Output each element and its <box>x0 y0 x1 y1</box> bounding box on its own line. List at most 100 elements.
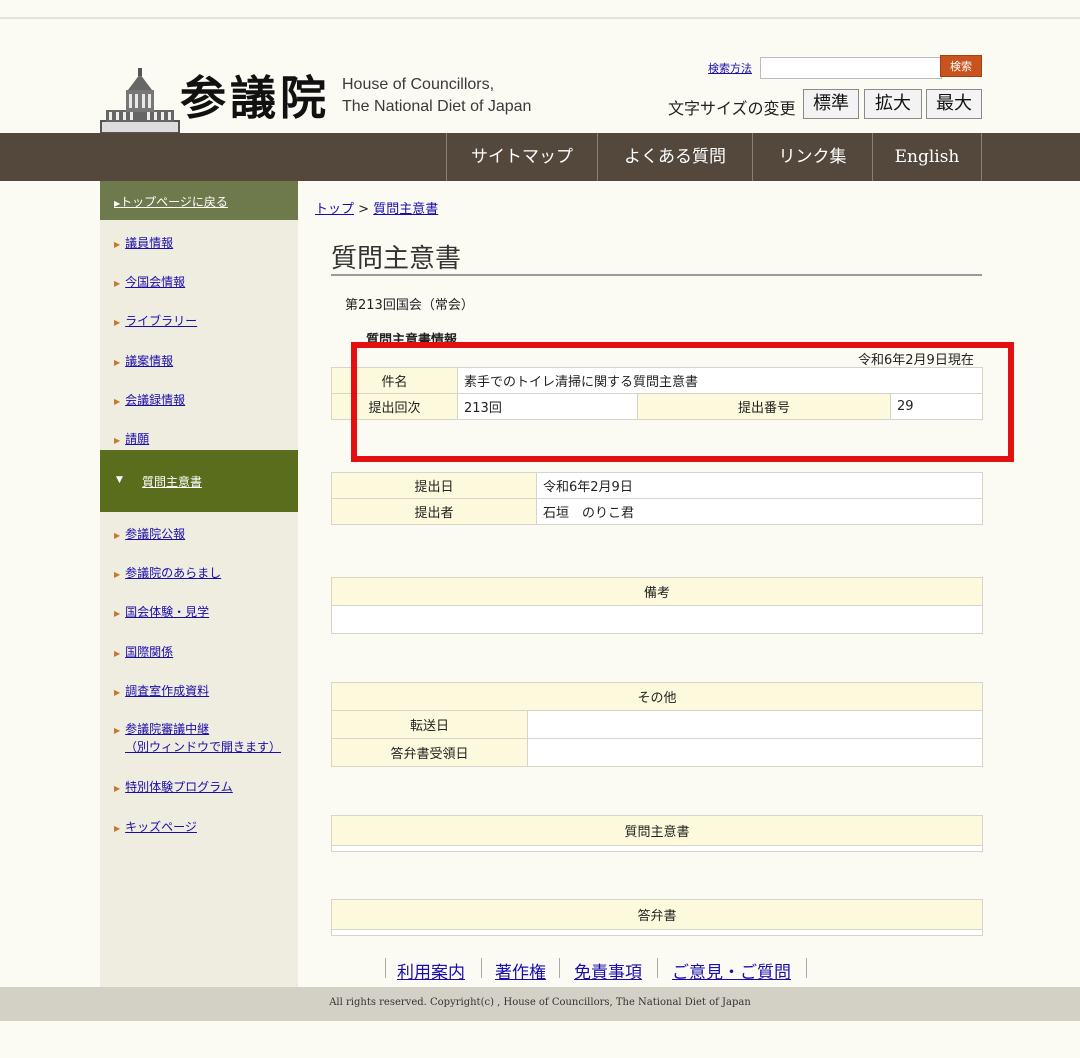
triangle-right-icon: ▶ <box>114 609 121 618</box>
sidebar-item-international[interactable]: ▶ 国際関係 <box>114 643 173 660</box>
sidebar-item-label[interactable]: 今国会情報 <box>125 275 185 289</box>
font-size-label: 文字サイズの変更 <box>668 99 796 118</box>
logo-kanji[interactable]: 参議院 <box>180 62 330 128</box>
triangle-right-icon: ▶ <box>114 358 121 367</box>
submission-date-label: 提出日 <box>331 472 537 499</box>
question-doc-body <box>331 845 983 852</box>
sidebar <box>100 181 298 987</box>
font-size-standard-button[interactable]: 標準 <box>803 89 859 119</box>
triangle-right-icon: ▶ <box>114 436 121 445</box>
footer-separator <box>657 958 658 978</box>
answer-doc-header: 答弁書 <box>331 899 983 930</box>
sidebar-active-label[interactable]: 質問主意書 <box>142 473 202 490</box>
breadcrumb-current-link[interactable]: 質問主意書 <box>373 202 438 217</box>
sidebar-item-label[interactable]: 請願 <box>125 432 149 446</box>
sidebar-item-label[interactable]: 議員情報 <box>125 236 173 250</box>
sidebar-back-box: ▶トップページに戻る <box>100 181 298 220</box>
answer-doc-body <box>331 929 983 936</box>
highlight-box <box>351 342 1014 462</box>
sidebar-item-experience[interactable]: ▶ 特別体験プログラム <box>114 778 233 795</box>
footer-separator <box>385 958 386 978</box>
breadcrumb: トップ > 質問主意書 <box>315 198 438 217</box>
footer-separator <box>806 958 807 978</box>
sidebar-item-research[interactable]: ▶ 調査室作成資料 <box>114 682 209 699</box>
sidebar-item-label[interactable]: 議案情報 <box>125 354 173 368</box>
nav-english[interactable]: English <box>872 133 982 181</box>
sidebar-item-new-window-note[interactable]: （別ウィンドウで開きます） <box>125 740 281 754</box>
triangle-right-icon: ▶ <box>114 784 121 793</box>
sidebar-item-bills[interactable]: ▶ 議案情報 <box>114 352 173 369</box>
triangle-right-icon: ▶ <box>114 649 121 658</box>
footer-link-usage[interactable]: 利用案内 <box>397 958 465 983</box>
title-divider <box>331 274 982 276</box>
triangle-right-icon: ▶ <box>114 240 121 249</box>
sidebar-item-visit[interactable]: ▶ 国会体験・見学 <box>114 603 209 620</box>
triangle-right-icon: ▶ <box>114 824 121 833</box>
answer-received-label: 答弁書受領日 <box>331 738 528 767</box>
sidebar-item-kids[interactable]: ▶ キッズページ <box>114 818 197 835</box>
sidebar-back-link[interactable]: ▶トップページに戻る <box>114 193 228 210</box>
remarks-value <box>331 605 983 634</box>
footer-link-disclaimer[interactable]: 免責事項 <box>574 958 642 983</box>
logo-english[interactable]: House of Councillors, The National Diet … <box>342 74 531 118</box>
session-label: 第213回国会（常会） <box>345 298 474 313</box>
triangle-right-icon: ▶ <box>114 726 121 735</box>
remarks-table: 備考 <box>331 577 983 634</box>
sidebar-item-label[interactable]: 参議院審議中継 <box>125 722 209 736</box>
nav-faq[interactable]: よくある質問 <box>597 133 752 181</box>
answer-received-value <box>527 738 983 767</box>
diet-building-logo-icon[interactable] <box>100 66 180 134</box>
sidebar-item-questions-active[interactable]: ▼ 質問主意書 <box>100 450 298 512</box>
triangle-down-icon: ▼ <box>116 475 123 485</box>
sidebar-item-overview[interactable]: ▶ 参議院のあらまし <box>114 564 221 581</box>
submission-date-value: 令和6年2月9日 <box>536 472 983 499</box>
search-button[interactable]: 検索 <box>940 55 982 77</box>
footer-separator <box>559 958 560 978</box>
sidebar-item-label[interactable]: 調査室作成資料 <box>125 684 209 698</box>
submitter-label: 提出者 <box>331 498 537 525</box>
sidebar-item-petitions[interactable]: ▶ 請願 <box>114 430 149 447</box>
sidebar-item-bulletin[interactable]: ▶ 参議院公報 <box>114 525 185 542</box>
sidebar-item-label[interactable]: ライブラリー <box>125 314 197 328</box>
sidebar-item-label[interactable]: 参議院公報 <box>125 527 185 541</box>
page-title: 質問主意書 <box>331 244 462 274</box>
other-table: その他 転送日 答弁書受領日 <box>331 682 983 767</box>
sidebar-item-current-diet[interactable]: ▶ 今国会情報 <box>114 273 185 290</box>
breadcrumb-top-link[interactable]: トップ <box>315 202 354 217</box>
font-size-max-button[interactable]: 最大 <box>926 89 982 119</box>
nav-links[interactable]: リンク集 <box>752 133 872 181</box>
logo-en-line2: The National Diet of Japan <box>342 98 532 115</box>
nav-sitemap[interactable]: サイトマップ <box>446 133 597 181</box>
sidebar-item-label[interactable]: 国会体験・見学 <box>125 605 209 619</box>
remarks-header: 備考 <box>331 577 983 606</box>
sidebar-item-broadcast[interactable]: ▶ 参議院審議中継 （別ウィンドウで開きます） <box>114 721 281 756</box>
triangle-right-icon: ▶ <box>114 688 121 697</box>
sidebar-item-label[interactable]: 国際関係 <box>125 645 173 659</box>
triangle-right-icon: ▶ <box>114 318 121 327</box>
sidebar-item-minutes[interactable]: ▶ 会議録情報 <box>114 391 185 408</box>
top-border <box>0 17 1080 19</box>
answer-doc-table: 答弁書 <box>331 899 983 936</box>
sidebar-item-label[interactable]: 特別体験プログラム <box>125 780 233 794</box>
submission-table: 提出日 令和6年2月9日 提出者 石垣 のりこ君 <box>331 472 983 525</box>
logo-en-line1: House of Councillors, <box>342 76 495 93</box>
sidebar-back-label: トップページに戻る <box>120 195 228 209</box>
submitter-value: 石垣 のりこ君 <box>536 498 983 525</box>
triangle-right-icon: ▶ <box>114 397 121 406</box>
search-help-link[interactable]: 検索方法 <box>708 60 752 76</box>
triangle-right-icon: ▶ <box>114 279 121 288</box>
search-input[interactable] <box>760 57 942 79</box>
footer-link-copyright[interactable]: 著作権 <box>495 958 546 983</box>
triangle-right-icon: ▶ <box>114 570 121 579</box>
transfer-date-label: 転送日 <box>331 710 528 739</box>
sidebar-item-library[interactable]: ▶ ライブラリー <box>114 312 197 329</box>
footer-separator <box>481 958 482 978</box>
sidebar-item-label[interactable]: キッズページ <box>125 820 197 834</box>
sidebar-item-label[interactable]: 会議録情報 <box>125 393 185 407</box>
sidebar-item-label[interactable]: 参議院のあらまし <box>125 566 221 580</box>
transfer-date-value <box>527 710 983 739</box>
font-size-large-button[interactable]: 拡大 <box>864 89 922 119</box>
footer-link-feedback[interactable]: ご意見・ご質問 <box>672 958 791 983</box>
sidebar-item-members[interactable]: ▶ 議員情報 <box>114 234 173 251</box>
question-doc-header: 質問主意書 <box>331 815 983 846</box>
